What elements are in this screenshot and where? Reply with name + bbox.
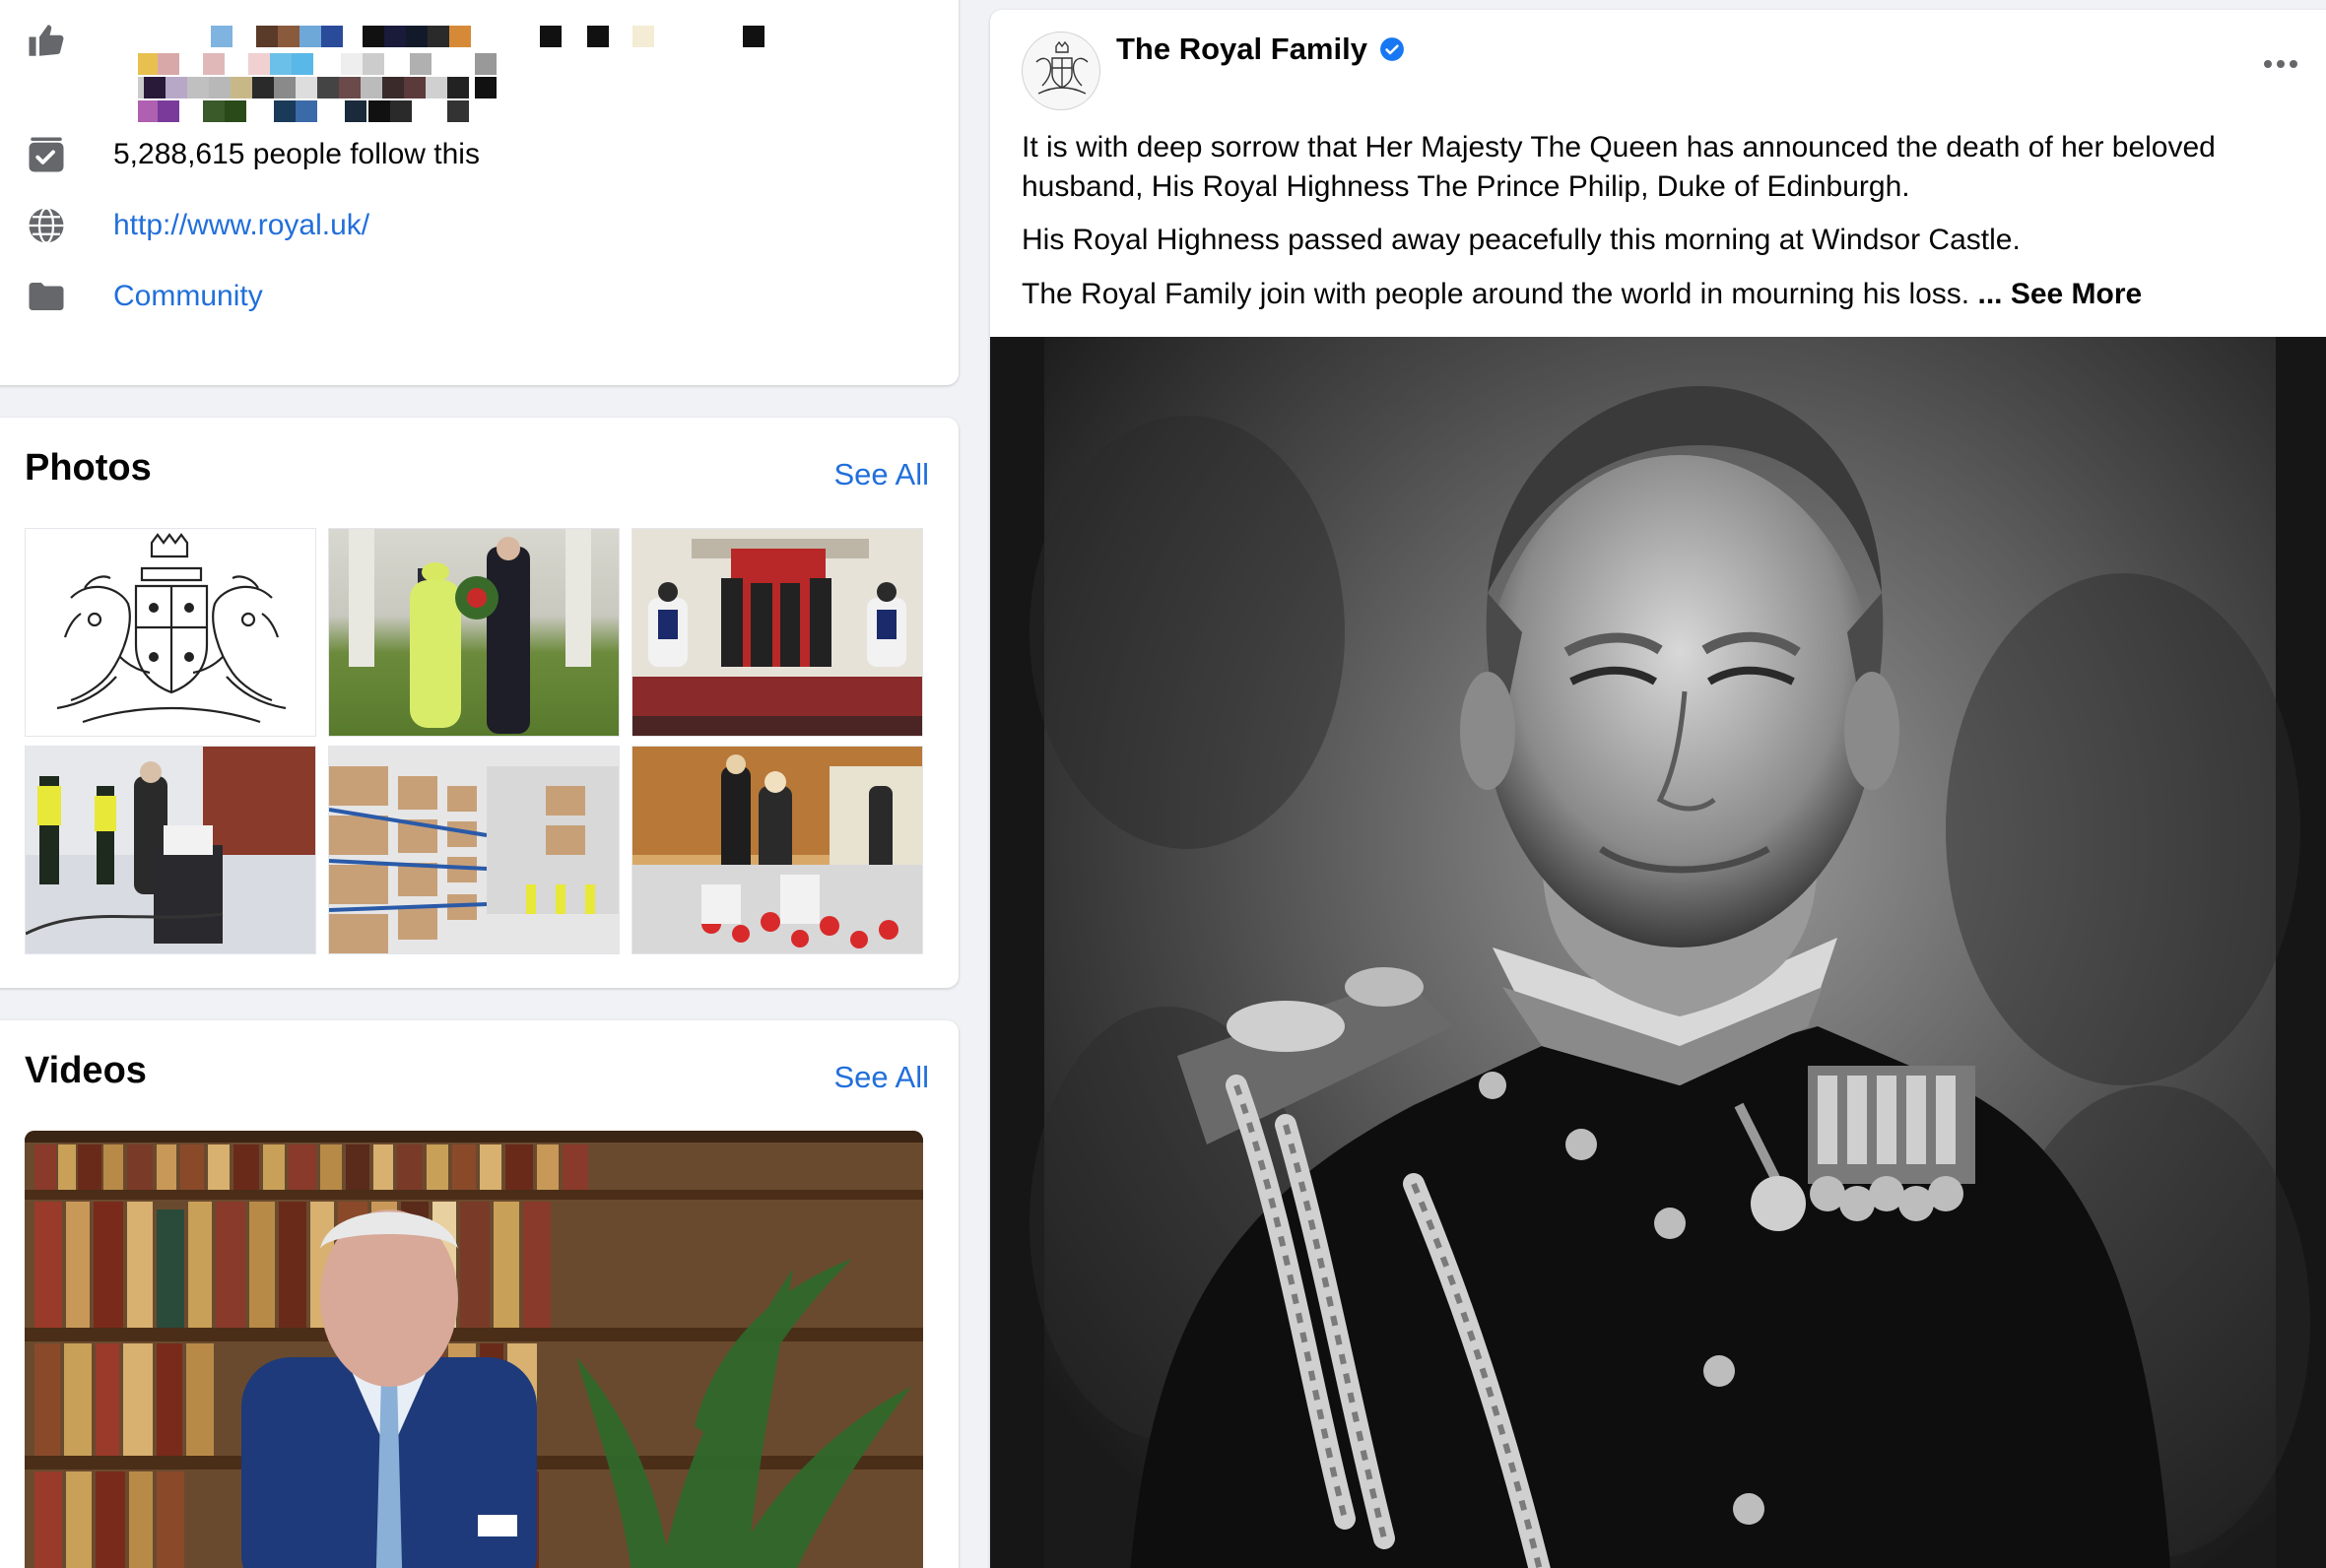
follow-icon bbox=[26, 134, 67, 175]
about-card: 5,288,615 people follow this http://www.… bbox=[0, 0, 959, 385]
post-paragraph-2: His Royal Highness passed away peacefull… bbox=[1022, 224, 2021, 256]
page-name[interactable]: The Royal Family bbox=[1116, 32, 1367, 67]
video-thumbnail[interactable] bbox=[25, 1131, 923, 1568]
post-paragraph-3: The Royal Family join with people around… bbox=[1022, 275, 2263, 314]
videos-title: Videos bbox=[25, 1050, 147, 1091]
website-link[interactable]: http://www.royal.uk/ bbox=[113, 209, 369, 242]
post-paragraph-3-text: The Royal Family join with people around… bbox=[1022, 278, 1978, 310]
see-more-link[interactable]: ... See More bbox=[1977, 278, 2142, 310]
photo-coat-of-arms[interactable] bbox=[25, 528, 316, 737]
photo-guards-staircase[interactable] bbox=[631, 528, 923, 737]
photo-wreath-ceremony[interactable] bbox=[328, 528, 620, 737]
page-avatar[interactable] bbox=[1022, 32, 1100, 110]
like-icon bbox=[26, 20, 67, 61]
followers-count: 5,288,615 people follow this bbox=[113, 138, 480, 170]
photo-volunteer-centre[interactable] bbox=[631, 746, 923, 954]
photo-warehouse-visit[interactable] bbox=[25, 746, 316, 954]
globe-icon bbox=[26, 205, 67, 246]
photos-see-all-link[interactable]: See All bbox=[833, 457, 929, 492]
folder-icon bbox=[26, 276, 67, 317]
videos-see-all-link[interactable]: See All bbox=[833, 1060, 929, 1095]
photos-title: Photos bbox=[25, 447, 152, 489]
website-row[interactable]: http://www.royal.uk/ bbox=[26, 205, 369, 246]
post-paragraph-1: It is with deep sorrow that Her Majesty … bbox=[1022, 131, 2216, 203]
likes-row bbox=[0, 20, 67, 61]
verified-icon bbox=[1379, 36, 1405, 62]
more-icon[interactable] bbox=[2256, 49, 2305, 79]
videos-card: Videos See All bbox=[0, 1020, 959, 1568]
pixelated-names bbox=[79, 26, 1025, 154]
post-portrait-photo[interactable] bbox=[990, 337, 2326, 1568]
followers-row: 5,288,615 people follow this bbox=[26, 134, 480, 175]
category-row[interactable]: Community bbox=[26, 276, 263, 317]
post-card: The Royal Family It is with deep sorrow … bbox=[990, 10, 2326, 1568]
photo-warehouse-shelves[interactable] bbox=[328, 746, 620, 954]
photos-card: Photos See All bbox=[0, 418, 959, 988]
page-name-row: The Royal Family bbox=[1116, 32, 1405, 67]
category-link[interactable]: Community bbox=[113, 280, 263, 313]
